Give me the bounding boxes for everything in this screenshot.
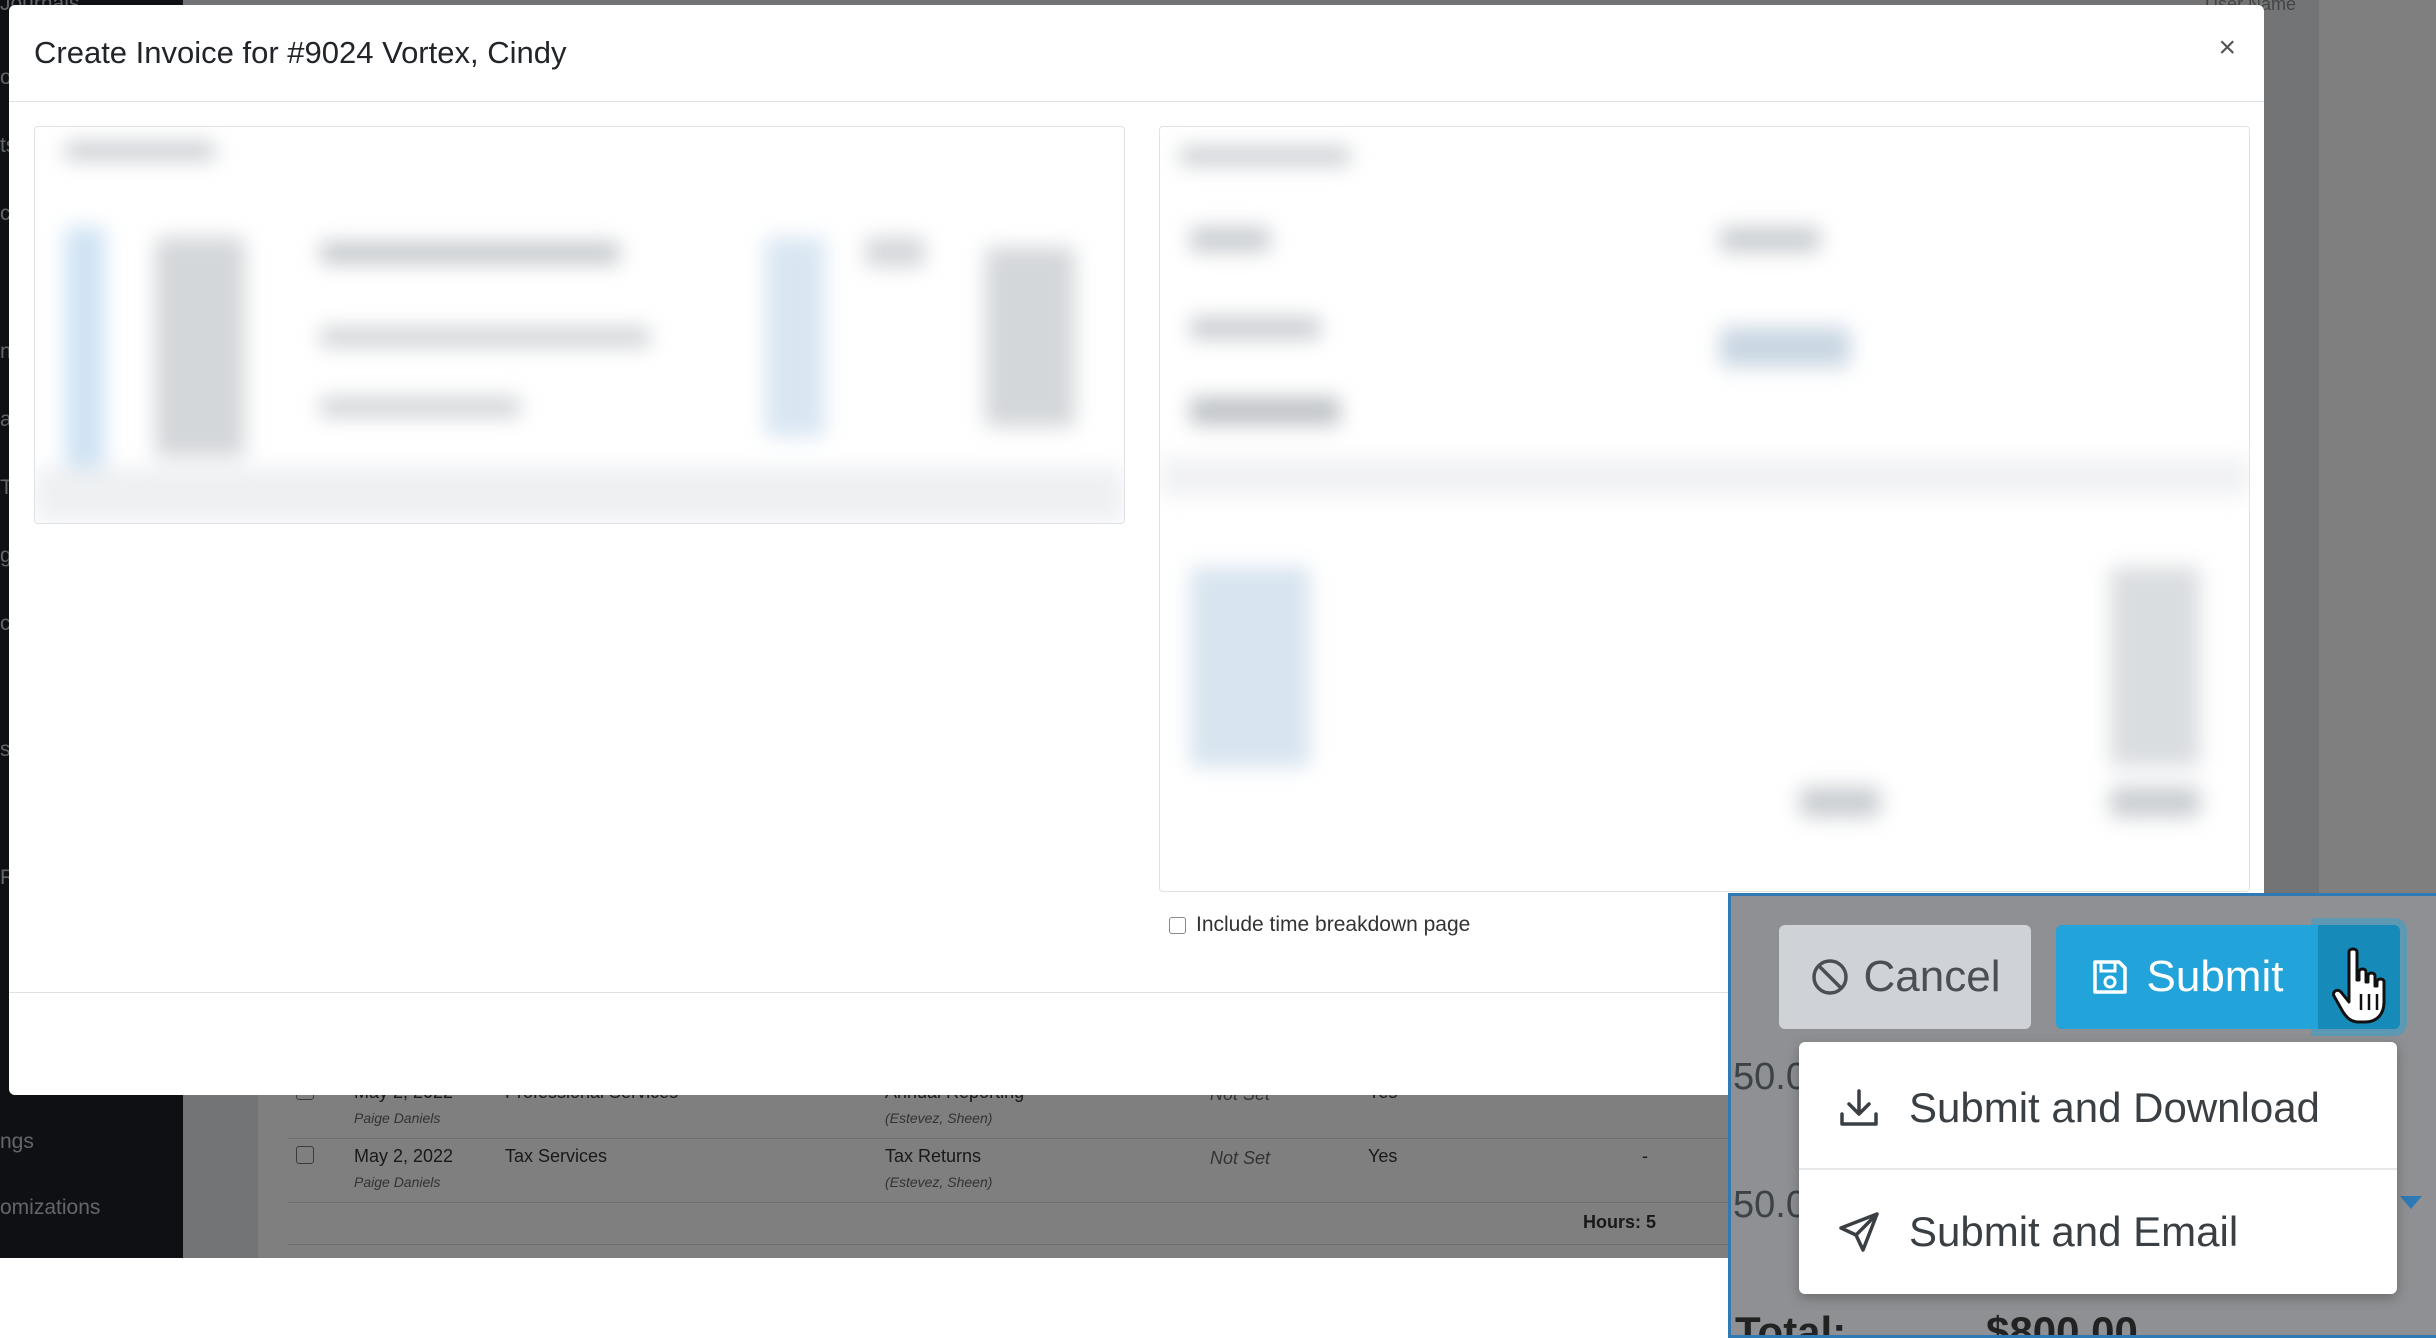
cancel-button[interactable]: Cancel bbox=[1779, 925, 2031, 1029]
bg-amount: 50.0 bbox=[1733, 1184, 1807, 1226]
blur-block bbox=[865, 237, 925, 267]
blur-block bbox=[2110, 787, 2200, 817]
blur-block bbox=[320, 242, 620, 264]
blur-block bbox=[1190, 397, 1340, 425]
blurred-content bbox=[1160, 127, 2249, 891]
cancel-label: Cancel bbox=[1863, 952, 2001, 1001]
blurred-content bbox=[35, 127, 1124, 523]
blur-block bbox=[1180, 147, 1350, 165]
blur-block bbox=[320, 327, 650, 347]
blur-block bbox=[985, 247, 1075, 427]
caret-down-icon[interactable] bbox=[2400, 1196, 2422, 1209]
include-breakdown-checkbox[interactable] bbox=[1169, 916, 1186, 934]
bg-amount: 50.0 bbox=[1733, 1056, 1807, 1098]
dropdown-divider bbox=[1799, 1168, 2397, 1170]
hand-cursor-icon bbox=[2332, 947, 2386, 1024]
blur-block bbox=[2110, 567, 2200, 767]
blur-block bbox=[1190, 567, 1310, 767]
blur-block bbox=[35, 467, 1124, 523]
blur-block bbox=[1720, 327, 1850, 367]
ban-icon bbox=[1811, 959, 1848, 995]
blur-block bbox=[1720, 227, 1820, 252]
modal-title: Create Invoice for #9024 Vortex, Cindy bbox=[34, 35, 567, 70]
submit-button[interactable]: Submit bbox=[2056, 925, 2318, 1029]
blur-block bbox=[320, 397, 520, 417]
blur-block bbox=[65, 142, 215, 160]
submit-dropdown-menu: Submit and Download Submit and Email bbox=[1799, 1042, 2397, 1294]
download-icon bbox=[1840, 1089, 1878, 1126]
invoice-summary-panel bbox=[1159, 126, 2250, 892]
send-icon bbox=[1839, 1212, 1879, 1252]
blur-block bbox=[155, 237, 245, 457]
submit-and-email-item[interactable]: Submit and Email bbox=[1799, 1172, 2397, 1292]
submit-and-download-item[interactable]: Submit and Download bbox=[1799, 1048, 2397, 1168]
include-breakdown-label: Include time breakdown page bbox=[1196, 913, 1471, 936]
blur-block bbox=[65, 227, 105, 477]
invoice-items-panel bbox=[34, 126, 1125, 524]
submit-and-download-label: Submit and Download bbox=[1909, 1084, 2320, 1131]
blur-block bbox=[1190, 317, 1320, 339]
blur-block bbox=[1160, 457, 2249, 497]
close-icon[interactable]: × bbox=[2218, 33, 2236, 63]
zoom-callout: 50.0 50.0 Total: $800.00 Cancel Submit S… bbox=[1728, 893, 2436, 1338]
submit-and-email-label: Submit and Email bbox=[1909, 1208, 2239, 1255]
blur-block bbox=[1190, 227, 1270, 252]
save-icon bbox=[2092, 960, 2127, 994]
include-breakdown-row[interactable]: Include time breakdown page bbox=[1169, 913, 1470, 937]
modal-header: Create Invoice for #9024 Vortex, Cindy × bbox=[9, 5, 2264, 102]
submit-label: Submit bbox=[2146, 952, 2284, 1001]
blur-block bbox=[765, 237, 825, 437]
blur-block bbox=[1800, 787, 1880, 817]
